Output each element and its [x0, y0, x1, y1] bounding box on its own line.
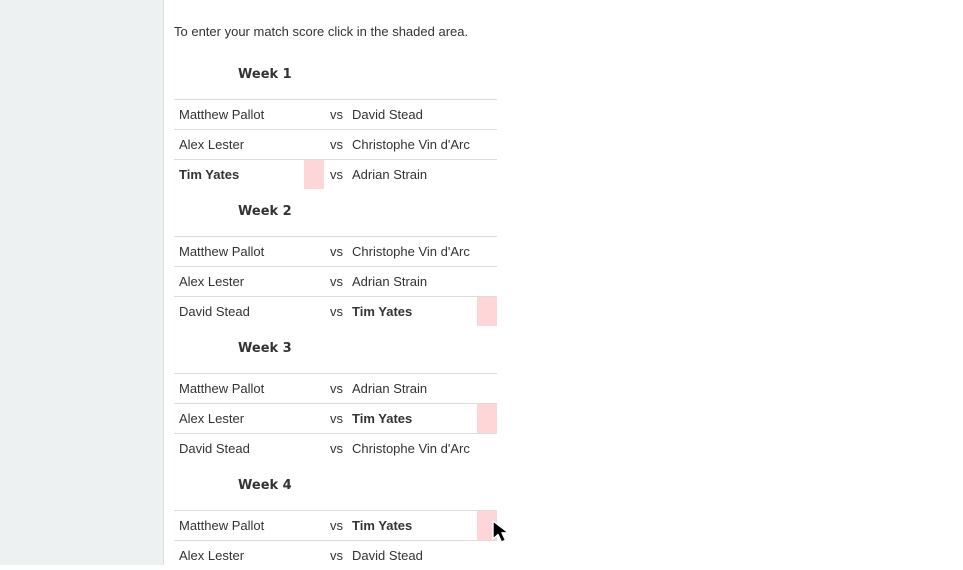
player1-name: Matthew Pallot: [179, 107, 265, 122]
week-title: Week 1: [238, 67, 292, 82]
match-row: Matthew Pallot vs David Stead: [174, 99, 497, 129]
vs-label: vs: [330, 304, 343, 319]
match-row: Matthew Pallot vs Adrian Strain: [174, 373, 497, 403]
player2-name: Tim Yates: [352, 304, 413, 319]
score-entry-area[interactable]: [477, 404, 497, 433]
sidebar: [0, 0, 164, 565]
vs-label: vs: [330, 411, 343, 426]
player2-name: Christophe Vin d'Arc: [352, 441, 470, 456]
match-row: Tim Yates vs Adrian Strain: [174, 159, 497, 189]
week-title: Week 4: [238, 478, 292, 493]
score-entry-area[interactable]: [304, 160, 324, 189]
player2-name: Adrian Strain: [352, 381, 428, 396]
player2-name: David Stead: [352, 548, 423, 563]
player1-name: David Stead: [179, 304, 250, 319]
player2-name: Adrian Strain: [352, 167, 428, 182]
player2-name: Christophe Vin d'Arc: [352, 244, 470, 259]
mouse-pointer-icon: [492, 520, 510, 543]
week-title: Week 2: [238, 204, 292, 219]
player2-name: Tim Yates: [352, 518, 413, 533]
vs-label: vs: [330, 441, 343, 456]
player1-name: Matthew Pallot: [179, 518, 265, 533]
vs-label: vs: [330, 167, 343, 182]
match-row: Alex Lester vs Adrian Strain: [174, 266, 497, 296]
player2-name: David Stead: [352, 107, 423, 122]
player2-name: Adrian Strain: [352, 274, 428, 289]
match-row: David Stead vs Tim Yates: [174, 296, 497, 326]
vs-label: vs: [330, 381, 343, 396]
match-row: Matthew Pallot vs Tim Yates: [174, 510, 497, 540]
vs-label: vs: [330, 548, 343, 563]
vs-label: vs: [330, 274, 343, 289]
player1-name: Alex Lester: [179, 411, 245, 426]
player1-name: Matthew Pallot: [179, 381, 265, 396]
match-row: Alex Lester vs David Stead: [174, 540, 497, 570]
vs-label: vs: [330, 244, 343, 259]
vs-label: vs: [330, 107, 343, 122]
player1-name: Tim Yates: [179, 167, 240, 182]
player1-name: Alex Lester: [179, 137, 245, 152]
player1-name: Alex Lester: [179, 548, 245, 563]
score-entry-area[interactable]: [477, 297, 497, 326]
player1-name: Matthew Pallot: [179, 244, 265, 259]
vs-label: vs: [330, 137, 343, 152]
week-title: Week 3: [238, 341, 292, 356]
vs-label: vs: [330, 518, 343, 533]
player1-name: Alex Lester: [179, 274, 245, 289]
instructions-text: To enter your match score click in the s…: [174, 24, 469, 39]
match-row: Alex Lester vs Christophe Vin d'Arc: [174, 129, 497, 159]
player1-name: David Stead: [179, 441, 250, 456]
player2-name: Christophe Vin d'Arc: [352, 137, 470, 152]
match-row: Alex Lester vs Tim Yates: [174, 403, 497, 433]
match-row: David Stead vs Christophe Vin d'Arc: [174, 433, 497, 463]
match-row: Matthew Pallot vs Christophe Vin d'Arc: [174, 236, 497, 266]
player2-name: Tim Yates: [352, 411, 413, 426]
